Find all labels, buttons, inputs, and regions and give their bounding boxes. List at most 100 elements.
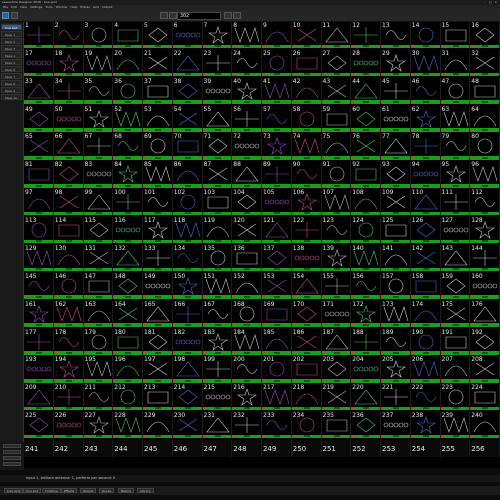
cue-cell[interactable]: 101 bbox=[143, 189, 173, 216]
cue-cell[interactable]: 95 bbox=[440, 161, 471, 188]
sidebar-item[interactable]: Page 4 bbox=[1, 52, 22, 58]
cue-cell[interactable]: 225 bbox=[24, 412, 54, 439]
menu-item[interactable]: Tools bbox=[45, 5, 52, 9]
cue-cell[interactable]: 199 bbox=[202, 356, 233, 383]
cue-cell[interactable]: 82 bbox=[53, 161, 84, 188]
cue-cell[interactable]: 201 bbox=[262, 356, 292, 383]
cue-cell[interactable]: 98 bbox=[53, 189, 84, 216]
cue-cell[interactable]: 10 bbox=[291, 22, 322, 49]
cue-cell[interactable]: 211 bbox=[83, 384, 114, 411]
cue-cell[interactable]: 238 bbox=[410, 412, 441, 439]
cue-cell[interactable]: 174 bbox=[410, 300, 441, 327]
cue-cell[interactable]: 110 bbox=[410, 189, 441, 216]
cue-cell[interactable]: 148 bbox=[113, 272, 143, 299]
cue-cell[interactable]: 164 bbox=[113, 300, 143, 327]
cue-cell[interactable]: 218 bbox=[291, 384, 322, 411]
cue-cell[interactable]: 137 bbox=[262, 244, 292, 272]
cue-cell[interactable]: 207 bbox=[440, 356, 471, 383]
cue-cell[interactable]: 69 bbox=[143, 133, 173, 160]
cue-cell[interactable]: 50 bbox=[53, 105, 84, 132]
cue-cell[interactable]: 34 bbox=[53, 77, 84, 104]
cue-cell[interactable]: 27 bbox=[321, 49, 352, 77]
cue-cell[interactable]: 83 bbox=[83, 161, 114, 188]
cue-cell[interactable]: 68 bbox=[113, 133, 143, 160]
cue-cell[interactable]: 25 bbox=[262, 49, 292, 77]
cue-cell[interactable]: 224 bbox=[470, 384, 500, 411]
cue-cell[interactable]: 170 bbox=[291, 300, 322, 327]
cue-cell[interactable]: 96 bbox=[470, 161, 500, 188]
cue-cell[interactable]: 122 bbox=[291, 217, 322, 244]
cue-cell[interactable]: 228 bbox=[113, 412, 143, 439]
cue-cell[interactable]: 244 bbox=[113, 440, 143, 457]
cue-cell[interactable]: 149 bbox=[143, 272, 173, 299]
cue-cell[interactable]: 195 bbox=[83, 356, 114, 383]
cue-cell[interactable]: 185 bbox=[262, 328, 292, 355]
blank-icon[interactable] bbox=[2, 12, 9, 19]
cue-cell[interactable]: 31 bbox=[440, 49, 471, 77]
cue-cell[interactable]: 168 bbox=[232, 300, 262, 327]
swatch[interactable] bbox=[3, 462, 21, 466]
swatch[interactable] bbox=[3, 456, 21, 460]
cue-cell[interactable]: 47 bbox=[440, 77, 471, 104]
cue-cell[interactable]: 153 bbox=[262, 272, 292, 299]
cue-cell[interactable]: 235 bbox=[321, 412, 352, 439]
cue-cell[interactable]: 19 bbox=[83, 49, 114, 77]
cue-cell[interactable]: 205 bbox=[381, 356, 411, 383]
cue-cell[interactable]: 119 bbox=[202, 217, 233, 244]
cue-cell[interactable]: 13 bbox=[381, 22, 411, 49]
menu-item[interactable]: Extras bbox=[80, 5, 89, 9]
bottom-tab[interactable]: Effects bbox=[61, 488, 78, 493]
cue-cell[interactable]: 67 bbox=[83, 133, 114, 160]
cue-cell[interactable]: 139 bbox=[321, 244, 352, 272]
cue-cell[interactable]: 157 bbox=[381, 272, 411, 299]
bottom-tab[interactable]: Live Grid bbox=[4, 488, 24, 493]
sidebar-item[interactable]: Page 6 bbox=[1, 66, 22, 72]
cue-cell[interactable]: 134 bbox=[172, 244, 203, 272]
cue-cell[interactable]: 102 bbox=[172, 189, 203, 216]
cue-cell[interactable]: 20 bbox=[113, 49, 143, 77]
cue-cell[interactable]: 237 bbox=[381, 412, 411, 439]
cue-cell[interactable]: 136 bbox=[232, 244, 262, 272]
cue-cell[interactable]: 89 bbox=[262, 161, 292, 188]
cue-cell[interactable]: 180 bbox=[113, 328, 143, 355]
cue-cell[interactable]: 28 bbox=[351, 49, 381, 77]
cue-cell[interactable]: 140 bbox=[351, 244, 381, 272]
cue-cell[interactable]: 191 bbox=[440, 328, 471, 355]
cue-cell[interactable]: 97 bbox=[24, 189, 54, 216]
cue-cell[interactable]: 190 bbox=[410, 328, 441, 355]
cue-cell[interactable]: 65 bbox=[24, 133, 54, 160]
bottom-tab[interactable]: Timeline bbox=[42, 488, 61, 493]
cue-cell[interactable]: 121 bbox=[262, 217, 292, 244]
cue-cell[interactable]: 216 bbox=[232, 384, 262, 411]
cue-cell[interactable]: 242 bbox=[54, 440, 84, 457]
cue-cell[interactable]: 200 bbox=[232, 356, 262, 383]
cue-cell[interactable]: 105 bbox=[262, 189, 292, 216]
cue-cell[interactable]: 78 bbox=[410, 133, 441, 160]
cue-cell[interactable]: 12 bbox=[351, 22, 381, 49]
cue-cell[interactable]: 252 bbox=[351, 440, 381, 457]
next-button[interactable] bbox=[169, 12, 177, 19]
cue-cell[interactable]: 197 bbox=[143, 356, 173, 383]
cue-cell[interactable]: 61 bbox=[381, 105, 411, 132]
cue-cell[interactable]: 194 bbox=[53, 356, 84, 383]
cue-cell[interactable]: 158 bbox=[410, 272, 441, 299]
cue-cell[interactable]: 38 bbox=[172, 77, 203, 104]
cue-cell[interactable]: 147 bbox=[83, 272, 114, 299]
cue-cell[interactable]: 172 bbox=[351, 300, 381, 327]
cue-cell[interactable]: 241 bbox=[24, 440, 54, 457]
cue-cell[interactable]: 209 bbox=[24, 384, 54, 411]
cue-cell[interactable]: 227 bbox=[83, 412, 114, 439]
cue-cell[interactable]: 114 bbox=[53, 217, 84, 244]
cue-cell[interactable]: 15 bbox=[440, 22, 471, 49]
cue-cell[interactable]: 94 bbox=[410, 161, 441, 188]
cue-cell[interactable]: 226 bbox=[53, 412, 84, 439]
cue-cell[interactable]: 171 bbox=[321, 300, 352, 327]
cue-cell[interactable]: 214 bbox=[172, 384, 203, 411]
cue-cell[interactable]: 198 bbox=[172, 356, 203, 383]
cue-cell[interactable]: 186 bbox=[291, 328, 322, 355]
cue-cell[interactable]: 70 bbox=[172, 133, 203, 160]
cue-cell[interactable]: 221 bbox=[381, 384, 411, 411]
cue-cell[interactable]: 179 bbox=[83, 328, 114, 355]
cue-cell[interactable]: 208 bbox=[470, 356, 500, 383]
sidebar-item[interactable]: Cue List bbox=[1, 24, 22, 30]
